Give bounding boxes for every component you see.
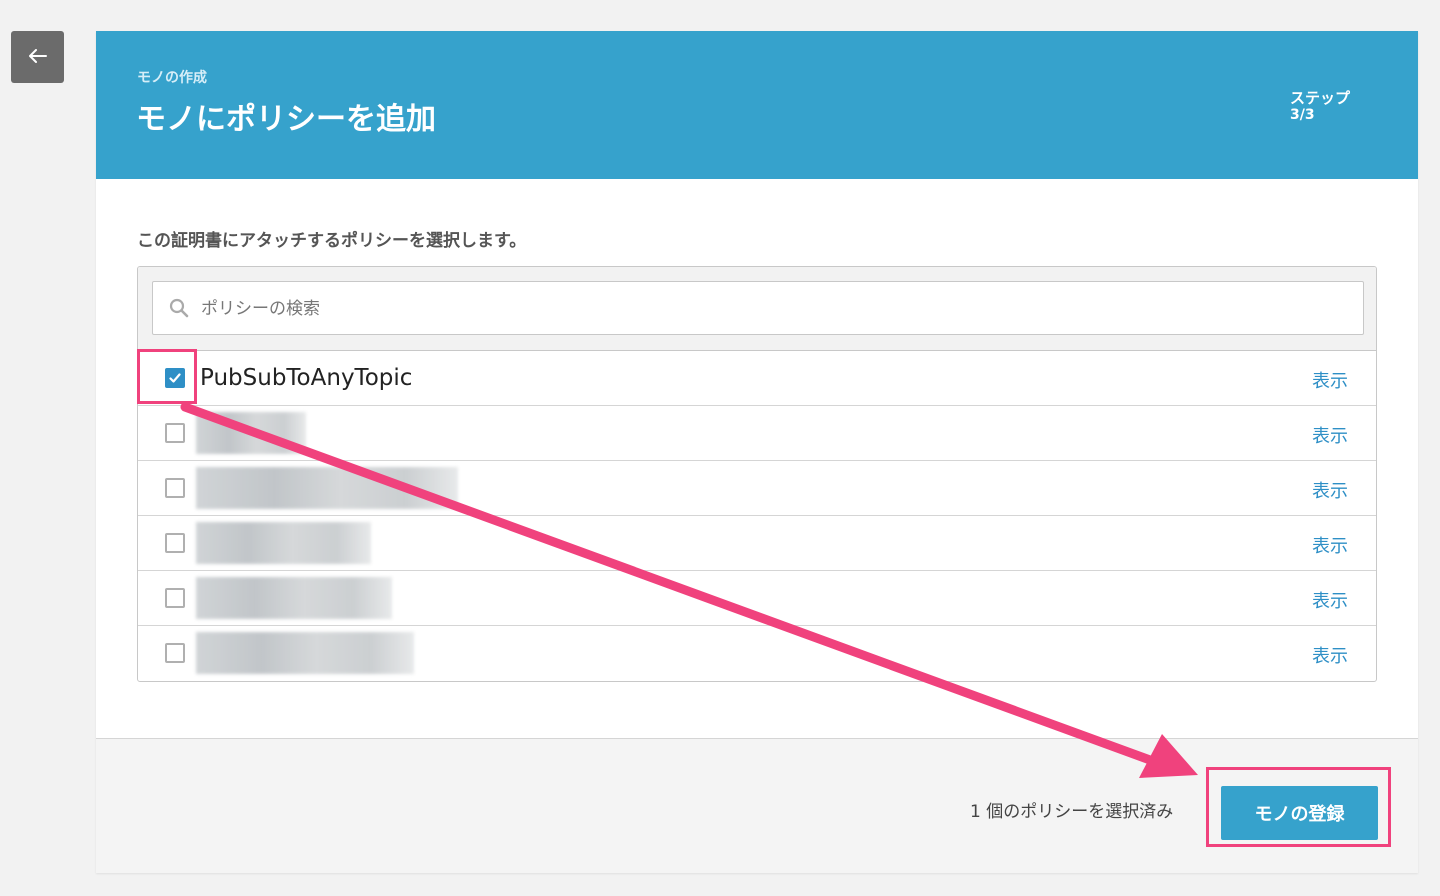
- annotation-arrow: [180, 402, 1198, 778]
